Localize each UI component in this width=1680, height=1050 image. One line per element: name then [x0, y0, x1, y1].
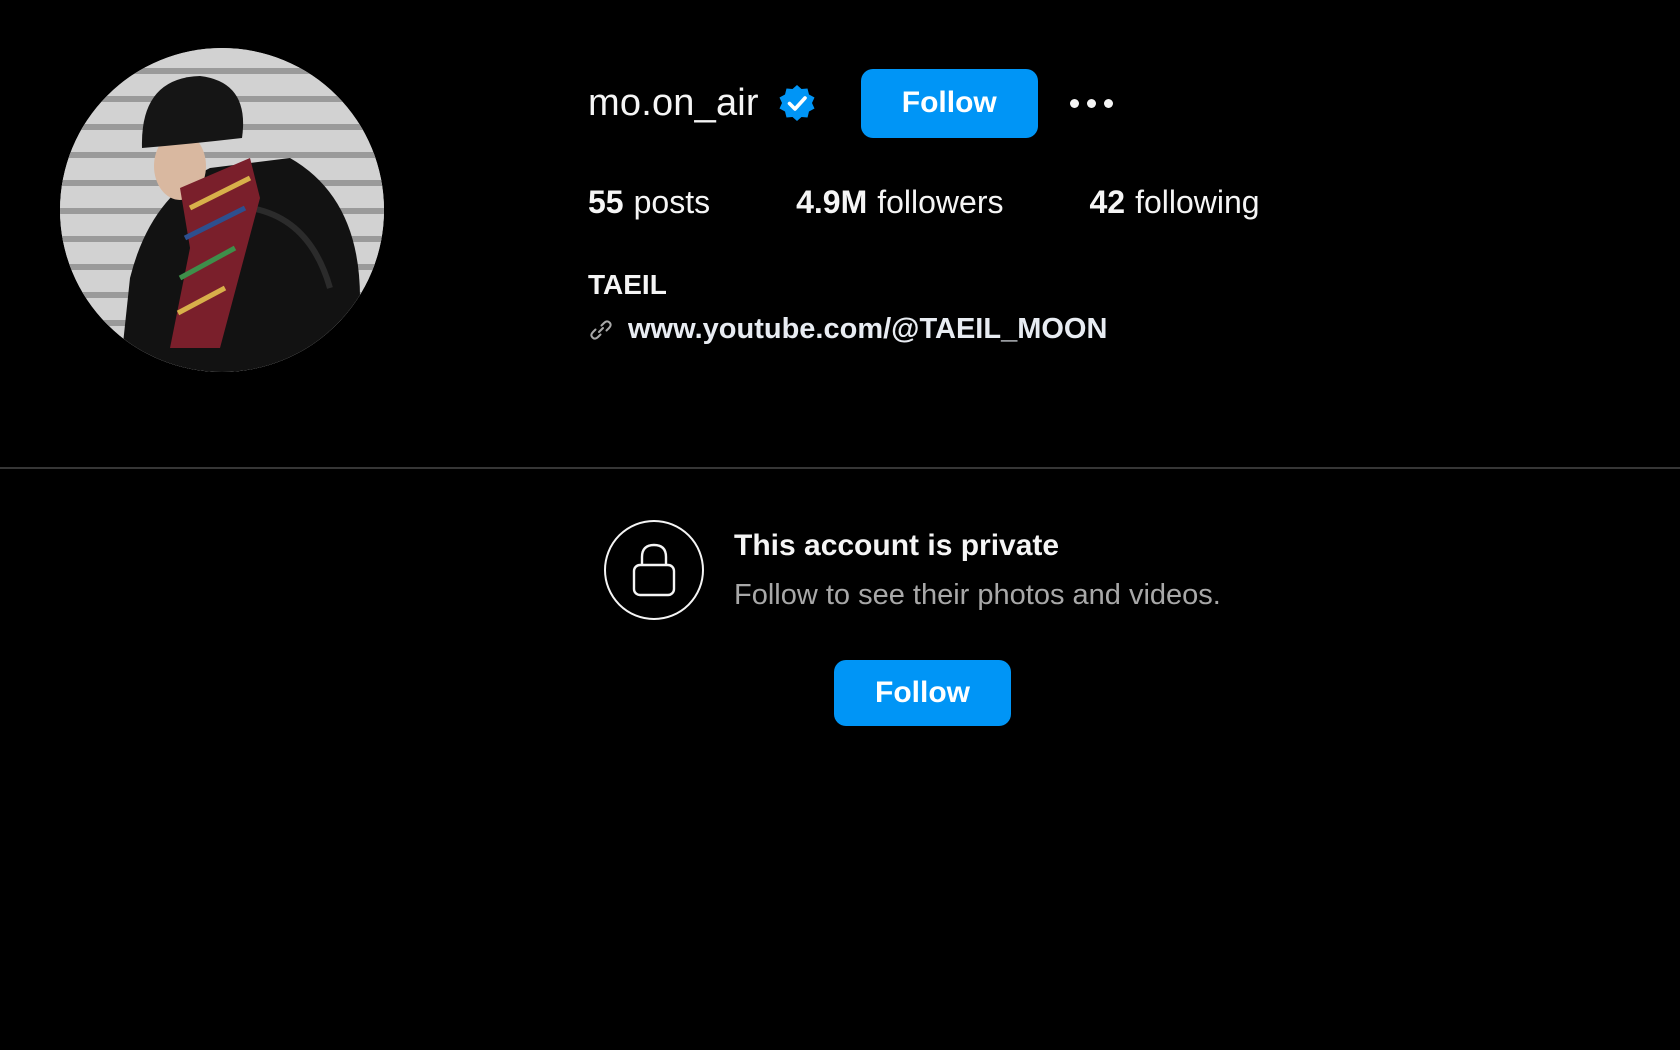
private-text: This account is private Follow to see th…	[734, 529, 1221, 612]
profile-link[interactable]: www.youtube.com/@TAEIL_MOON	[628, 313, 1107, 346]
private-follow-button[interactable]: Follow	[834, 660, 1011, 726]
posts-label: posts	[633, 184, 711, 220]
profile-stats: 55 posts 4.9M followers 42 following	[588, 184, 1260, 221]
following-label: following	[1135, 184, 1260, 220]
posts-stat: 55 posts	[588, 184, 710, 221]
profile-info: mo.on_air Follow 55 posts 4.9M followers…	[588, 68, 1260, 346]
more-dot	[1103, 98, 1113, 108]
more-dot	[1069, 98, 1079, 108]
more-dot	[1086, 98, 1096, 108]
followers-count: 4.9M	[796, 184, 868, 220]
followers-label: followers	[877, 184, 1004, 220]
followers-stat[interactable]: 4.9M followers	[796, 184, 1003, 221]
profile-full-name: TAEIL	[588, 269, 667, 300]
posts-count: 55	[588, 184, 624, 220]
more-options-icon[interactable]	[1066, 89, 1117, 118]
profile-avatar[interactable]	[60, 48, 384, 372]
name-row: mo.on_air Follow	[588, 68, 1260, 138]
link-icon	[588, 317, 614, 343]
username: mo.on_air	[588, 81, 759, 124]
avatar-image	[60, 48, 384, 372]
following-count: 42	[1089, 184, 1126, 220]
verified-badge-icon	[777, 83, 817, 123]
profile-link-row[interactable]: www.youtube.com/@TAEIL_MOON	[588, 313, 1260, 346]
following-stat[interactable]: 42 following	[1089, 184, 1259, 221]
section-divider	[0, 467, 1680, 469]
profile-page: mo.on_air Follow 55 posts 4.9M followers…	[0, 0, 1680, 1050]
lock-icon	[604, 520, 704, 620]
private-account-notice: This account is private Follow to see th…	[604, 520, 1221, 620]
follow-button[interactable]: Follow	[860, 68, 1038, 138]
private-title: This account is private	[734, 528, 1060, 562]
private-subtitle: Follow to see their photos and videos.	[734, 578, 1221, 611]
